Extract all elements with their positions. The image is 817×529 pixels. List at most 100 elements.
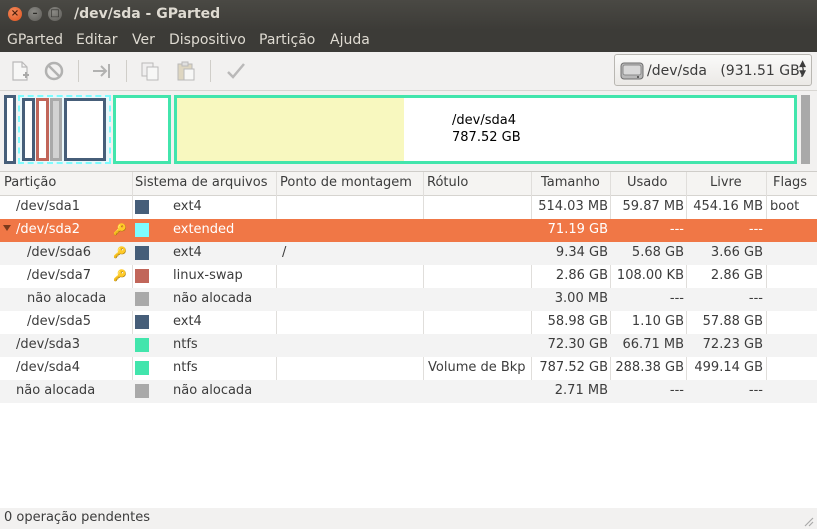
paste-icon[interactable] <box>175 60 197 82</box>
table-row[interactable]: /dev/sda3 ntfs 72.30 GB 66.71 MB 72.23 G… <box>0 334 817 357</box>
table-row[interactable]: não alocada não alocada 3.00 MB --- --- <box>0 288 817 311</box>
disk-graphic-sda7[interactable] <box>36 98 49 161</box>
menu-gparted[interactable]: GParted <box>7 32 63 48</box>
apply-icon[interactable] <box>225 60 247 82</box>
cell-used: --- <box>669 222 684 237</box>
device-selector-label: /dev/sda (931.51 GB) <box>647 63 806 79</box>
cell-size: 2.86 GB <box>555 268 608 283</box>
menu-particao[interactable]: Partição <box>259 32 315 48</box>
toolbar-separator <box>78 60 79 82</box>
cell-used: 288.38 GB <box>615 360 684 375</box>
cell-partition: não alocada <box>16 383 96 398</box>
disk-graphic-sda5[interactable] <box>64 98 106 161</box>
cell-used: 5.68 GB <box>631 245 684 260</box>
cell-free: --- <box>748 222 763 237</box>
cell-free: --- <box>748 291 763 306</box>
menu-editar[interactable]: Editar <box>76 32 117 48</box>
cell-size: 9.34 GB <box>555 245 608 260</box>
window-title: /dev/sda - GParted <box>74 6 221 22</box>
cell-free: --- <box>748 383 763 398</box>
fs-color-swatch <box>135 292 149 306</box>
cell-size: 3.00 MB <box>554 291 608 306</box>
cell-size: 514.03 MB <box>538 199 608 214</box>
expander-icon[interactable] <box>3 225 11 231</box>
resize-move-icon[interactable] <box>91 60 113 82</box>
cell-filesystem: não alocada <box>173 291 253 306</box>
cell-size: 58.98 GB <box>547 314 608 329</box>
table-header: Partição Sistema de arquivos Ponto de mo… <box>0 172 817 196</box>
cell-label: Volume de Bkp <box>428 360 526 375</box>
cell-free: 454.16 MB <box>693 199 763 214</box>
cell-partition: /dev/sda1 <box>16 199 80 214</box>
header-usado[interactable]: Usado <box>627 175 667 190</box>
cell-filesystem: ext4 <box>173 199 202 214</box>
cell-filesystem: ext4 <box>173 245 202 260</box>
disk-graphic-unallocated-1[interactable] <box>50 98 62 161</box>
fs-color-swatch <box>135 223 149 237</box>
cell-used: --- <box>669 383 684 398</box>
table-row[interactable]: /dev/sda5 ext4 58.98 GB 1.10 GB 57.88 GB <box>0 311 817 334</box>
cell-used: 1.10 GB <box>631 314 684 329</box>
cell-free: 2.86 GB <box>710 268 763 283</box>
close-window-button[interactable]: × <box>8 7 22 21</box>
disk-graphic-sda4-label: /dev/sda4 787.52 GB <box>452 112 521 146</box>
new-partition-icon[interactable] <box>9 60 31 82</box>
toolbar-separator <box>210 60 211 82</box>
disk-graphic-unallocated-2[interactable] <box>801 95 810 164</box>
cell-filesystem: ntfs <box>173 360 198 375</box>
header-rotulo[interactable]: Rótulo <box>427 175 468 190</box>
table-row[interactable]: /dev/sda7 🔑 linux-swap 2.86 GB 108.00 KB… <box>0 265 817 288</box>
cell-size: 71.19 GB <box>547 222 608 237</box>
cell-filesystem: extended <box>173 222 235 237</box>
toolbar-separator <box>126 60 127 82</box>
table-row[interactable]: não alocada não alocada 2.71 MB --- --- <box>0 380 817 403</box>
key-icon: 🔑 <box>113 223 127 236</box>
menu-dispositivo[interactable]: Dispositivo <box>169 32 246 48</box>
header-ponto-montagem[interactable]: Ponto de montagem <box>280 175 412 190</box>
harddisk-icon <box>620 62 644 80</box>
partition-table: Partição Sistema de arquivos Ponto de mo… <box>0 171 817 509</box>
cell-filesystem: ext4 <box>173 314 202 329</box>
disk-graphic-sda1[interactable] <box>4 95 16 164</box>
header-livre[interactable]: Livre <box>710 175 742 190</box>
disk-graphic-sda6[interactable] <box>22 98 35 161</box>
header-tamanho[interactable]: Tamanho <box>541 175 600 190</box>
device-selector[interactable]: /dev/sda (931.51 GB) ▲ ▼ <box>614 54 812 86</box>
cell-mountpoint: / <box>282 245 287 260</box>
minimize-window-button[interactable]: – <box>28 7 42 21</box>
table-row[interactable]: /dev/sda1 ext4 514.03 MB 59.87 MB 454.16… <box>0 196 817 219</box>
cell-size: 2.71 MB <box>554 383 608 398</box>
fs-color-swatch <box>135 269 149 283</box>
fs-color-swatch <box>135 338 149 352</box>
menu-ver[interactable]: Ver <box>132 32 155 48</box>
resize-grip-icon[interactable] <box>802 515 814 527</box>
fs-color-swatch <box>135 361 149 375</box>
table-row[interactable]: /dev/sda2 🔑 extended 71.19 GB --- --- <box>0 219 817 242</box>
cell-used: 59.87 MB <box>622 199 684 214</box>
cell-used: 66.71 MB <box>622 337 684 352</box>
menu-ajuda[interactable]: Ajuda <box>330 32 370 48</box>
cell-partition: /dev/sda4 <box>16 360 80 375</box>
disk-graphic-sda3[interactable] <box>113 95 171 164</box>
delete-icon[interactable] <box>43 60 65 82</box>
disk-graphic <box>0 91 817 168</box>
key-icon: 🔑 <box>113 246 127 259</box>
fs-color-swatch <box>135 246 149 260</box>
cell-filesystem: linux-swap <box>173 268 243 283</box>
cell-size: 72.30 GB <box>547 337 608 352</box>
cell-partition: /dev/sda6 <box>27 245 91 260</box>
maximize-window-button[interactable]: □ <box>48 7 62 21</box>
menu-bar: GParted Editar Ver Dispositivo Partição … <box>0 30 817 52</box>
copy-icon[interactable] <box>139 60 161 82</box>
header-sistema-arquivos[interactable]: Sistema de arquivos <box>135 175 267 190</box>
header-flags[interactable]: Flags <box>773 175 807 190</box>
cell-partition: /dev/sda2 <box>16 222 80 237</box>
table-row[interactable]: /dev/sda6 🔑 ext4 / 9.34 GB 5.68 GB 3.66 … <box>0 242 817 265</box>
cell-used: 108.00 KB <box>616 268 684 283</box>
header-particao[interactable]: Partição <box>4 175 56 190</box>
cell-free: 57.88 GB <box>702 314 763 329</box>
cell-flags: boot <box>770 199 800 214</box>
selector-arrows-icon: ▲ ▼ <box>799 59 806 79</box>
pending-operations-status: 0 operação pendentes <box>4 510 150 525</box>
table-row[interactable]: /dev/sda4 ntfs Volume de Bkp 787.52 GB 2… <box>0 357 817 380</box>
